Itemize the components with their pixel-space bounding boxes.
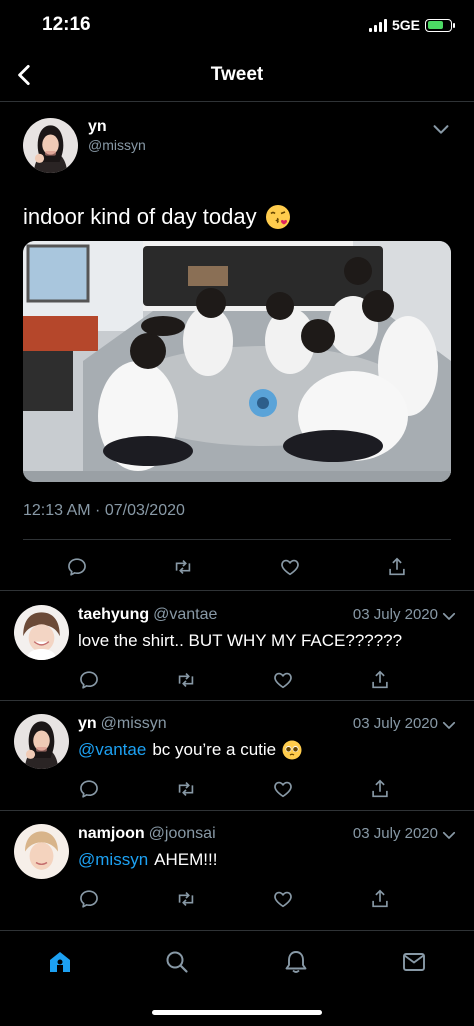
reply-text: love the shirt.. BUT WHY MY FACE?????? — [78, 631, 402, 651]
status-bar: 12:16 5GE — [0, 0, 474, 50]
reply-actions — [78, 778, 398, 804]
reply-text-body: AHEM!!! — [154, 850, 218, 869]
reply-icon[interactable] — [66, 556, 88, 578]
chevron-down-icon[interactable] — [440, 607, 458, 625]
signal-icon — [368, 18, 387, 32]
share-icon[interactable] — [386, 556, 408, 578]
pleading-face-emoji-icon — [282, 740, 302, 760]
reply-date: 03 July 2020 — [352, 825, 438, 842]
tweet-text: indoor kind of day today — [23, 204, 291, 230]
page-title: Tweet — [210, 64, 264, 85]
retweet-icon[interactable] — [175, 669, 197, 691]
like-icon[interactable] — [272, 888, 294, 910]
status-indicators: 5GE — [368, 17, 455, 33]
tweet-photo[interactable] — [23, 241, 451, 482]
reply-text: @missyn AHEM!!! — [78, 850, 217, 870]
reply-author-name: namjoon — [78, 825, 145, 842]
like-icon[interactable] — [272, 778, 294, 800]
mention-link[interactable]: @vantae — [78, 740, 146, 760]
reply-author[interactable]: yn @missyn — [78, 715, 167, 733]
reply-tweet[interactable]: taehyung @vantae 03 July 2020 love the sh… — [0, 591, 474, 701]
messages-icon[interactable] — [401, 949, 427, 975]
share-icon[interactable] — [369, 778, 391, 800]
reply-icon[interactable] — [78, 669, 100, 691]
reply-actions — [78, 669, 398, 695]
reply-author-handle: @joonsai — [148, 825, 216, 842]
reply-actions — [78, 888, 398, 914]
battery-icon — [425, 18, 455, 32]
retweet-icon[interactable] — [175, 888, 197, 910]
share-icon[interactable] — [369, 669, 391, 691]
avatar[interactable] — [14, 824, 69, 879]
reply-tweet[interactable]: namjoon @joonsai 03 July 2020 @missyn AHE… — [0, 810, 474, 920]
share-icon[interactable] — [369, 888, 391, 910]
network-label: 5GE — [391, 17, 420, 33]
reply-author-name: taehyung — [78, 606, 150, 623]
author-handle[interactable]: @missyn — [88, 137, 146, 153]
mention-link[interactable]: @missyn — [78, 850, 148, 870]
search-icon[interactable] — [164, 949, 190, 975]
reply-author[interactable]: namjoon @joonsai — [78, 825, 216, 843]
reply-text: @vantae bc you’re a cutie — [78, 740, 302, 760]
status-time: 12:16 — [42, 14, 91, 35]
reply-icon[interactable] — [78, 888, 100, 910]
reply-date: 03 July 2020 — [352, 715, 438, 732]
reply-author-handle: @vantae — [153, 606, 218, 623]
reply-tweet[interactable]: yn @missyn 03 July 2020 @vantae bc you’re… — [0, 700, 474, 810]
retweet-icon[interactable] — [175, 778, 197, 800]
tweet-timestamp: 12:13 AM · 07/03/2020 — [23, 502, 185, 519]
reply-date: 03 July 2020 — [352, 606, 438, 623]
home-indicator — [152, 1010, 322, 1015]
reply-author-handle: @missyn — [100, 715, 167, 732]
avatar[interactable] — [14, 714, 69, 769]
avatar[interactable] — [23, 118, 78, 173]
reply-author[interactable]: taehyung @vantae — [78, 606, 217, 624]
face-blowing-kiss-emoji-icon — [265, 205, 290, 229]
notifications-icon[interactable] — [283, 949, 309, 975]
like-icon[interactable] — [272, 669, 294, 691]
reply-icon[interactable] — [78, 778, 100, 800]
chevron-down-icon[interactable] — [440, 716, 458, 734]
reply-text-body: love the shirt.. BUT WHY MY FACE?????? — [78, 631, 403, 650]
tweet-actions — [23, 542, 451, 592]
chevron-down-icon[interactable] — [430, 118, 452, 140]
author-name[interactable]: yn — [88, 118, 107, 136]
nav-bar: Tweet — [0, 50, 474, 102]
reply-author-name: yn — [78, 715, 97, 732]
like-icon[interactable] — [279, 556, 301, 578]
chevron-down-icon[interactable] — [440, 826, 458, 844]
retweet-icon[interactable] — [172, 556, 194, 578]
home-icon[interactable] — [47, 949, 73, 975]
reply-text-body: bc you’re a cutie — [152, 740, 277, 759]
tweet-text-body: indoor kind of day today — [23, 204, 257, 229]
avatar[interactable] — [14, 605, 69, 660]
divider — [23, 539, 451, 540]
